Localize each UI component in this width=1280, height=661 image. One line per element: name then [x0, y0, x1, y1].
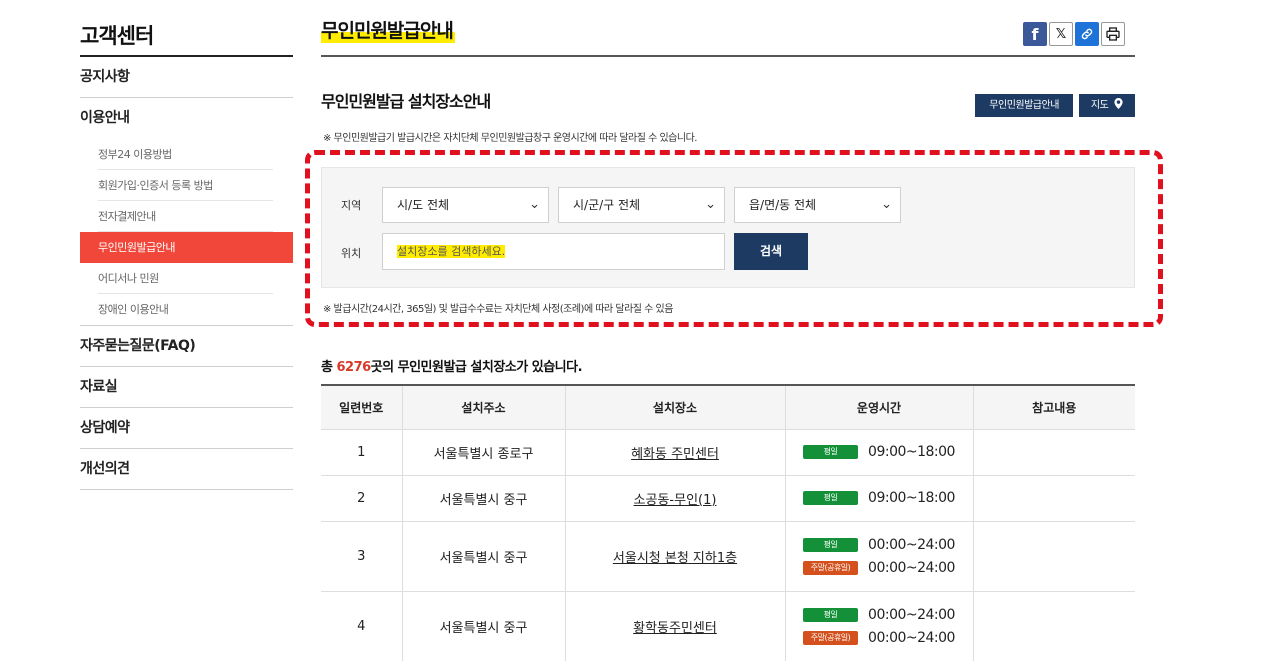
- print-icon-glyph: [1106, 27, 1120, 41]
- cell-hours: 평일 00:00~24:00 주말(공휴일) 00:00~24:00: [785, 521, 974, 592]
- results-table: 일련번호 설치주소 설치장소 운영시간 참고내용 1 서울특별시 종로구 혜화동…: [321, 384, 1135, 661]
- cell-notes: [973, 591, 1135, 661]
- cell-notes: [973, 521, 1135, 592]
- cell-no: 4: [321, 591, 403, 661]
- facebook-icon[interactable]: f: [1023, 22, 1047, 46]
- total-count: 6276: [336, 360, 372, 375]
- weekend-badge: 주말(공휴일): [803, 630, 859, 645]
- cell-no: 2: [321, 475, 403, 522]
- weekday-badge: 평일: [803, 537, 859, 552]
- weekday-badge: 평일: [803, 445, 859, 459]
- page-title: 무인민원발급안내: [321, 19, 455, 43]
- sidebar-item-usage-guide[interactable]: 이용안내: [80, 98, 293, 139]
- hours-time: 00:00~24:00: [868, 629, 955, 646]
- share-toolbar: f 𝕏: [1023, 22, 1125, 46]
- cell-address: 서울특별시 중구: [402, 591, 566, 661]
- kiosk-info-button[interactable]: 무인민원발급안내: [975, 94, 1073, 117]
- map-pin-icon: [1114, 98, 1123, 109]
- sidebar-subitem-label: 회원가입·인증서 등록 방법: [98, 170, 273, 201]
- sidebar-subitem-anywhere[interactable]: 어디서나 민원: [80, 263, 293, 294]
- cell-notes: [973, 429, 1135, 476]
- cell-hours: 평일 00:00~24:00 주말(공휴일) 00:00~24:00: [785, 591, 974, 661]
- weekday-badge: 평일: [803, 607, 859, 622]
- cell-hours: 평일 09:00~18:00: [785, 475, 974, 522]
- weekend-badge: 주말(공휴일): [803, 560, 859, 575]
- sidebar-subitem-label: 어디서나 민원: [98, 263, 273, 294]
- sidebar-submenu: 정부24 이용방법 회원가입·인증서 등록 방법 전자결제안내 무인민원발급안내…: [80, 139, 293, 326]
- table-row: 4 서울특별시 중구 황학동주민센터 평일 00:00~24:00 주말(공휴일)…: [321, 591, 1135, 661]
- cell-address: 서울특별시 중구: [402, 475, 566, 522]
- link-icon[interactable]: [1075, 22, 1099, 46]
- table-row: 2 서울특별시 중구 소공동-무인(1) 평일 09:00~18:00: [321, 475, 1135, 522]
- cell-place-link[interactable]: 소공동-무인(1): [565, 475, 786, 522]
- map-button[interactable]: 지도: [1078, 94, 1135, 117]
- cell-hours: 평일 09:00~18:00: [785, 429, 974, 476]
- col-header-address: 설치주소: [402, 385, 566, 430]
- table-row: 1 서울특별시 종로구 혜화동 주민센터 평일 09:00~18:00: [321, 429, 1135, 476]
- print-icon[interactable]: [1101, 22, 1125, 46]
- sidebar: 고객센터 공지사항 이용안내 정부24 이용방법 회원가입·인증서 등록 방법 …: [80, 0, 293, 490]
- sidebar-subitem-label: 무인민원발급안내: [98, 241, 175, 254]
- table-header-row: 일련번호 설치주소 설치장소 운영시간 참고내용: [321, 385, 1135, 430]
- sidebar-subitem-gov24-usage[interactable]: 정부24 이용방법: [80, 139, 293, 170]
- hours-time: 00:00~24:00: [868, 606, 955, 623]
- total-count-line: 총 6276곳의 무인민원발급 설치장소가 있습니다.: [321, 356, 583, 375]
- sidebar-subitem-disabled-guide[interactable]: 장애인 이용안내: [80, 294, 293, 325]
- sidebar-item-notice[interactable]: 공지사항: [80, 57, 293, 98]
- cell-no: 1: [321, 429, 403, 476]
- sidebar-subitem-kiosk-active[interactable]: 무인민원발급안내: [80, 232, 293, 263]
- search-panel-highlight-outline: [305, 150, 1163, 327]
- x-icon[interactable]: 𝕏: [1049, 22, 1073, 46]
- map-button-label: 지도: [1090, 100, 1109, 111]
- sidebar-subitem-label: 정부24 이용방법: [98, 139, 273, 170]
- sidebar-item-resources[interactable]: 자료실: [80, 367, 293, 408]
- section-title: 무인민원발급 설치장소안내: [321, 92, 491, 111]
- sidebar-item-feedback[interactable]: 개선의견: [80, 449, 293, 490]
- col-header-hours: 운영시간: [785, 385, 974, 430]
- main-content: 무인민원발급안내 f 𝕏 무인민원발급 설치장소안내 무인민원발급안내 지도 ※…: [321, 0, 1135, 661]
- weekday-badge: 평일: [803, 491, 859, 505]
- issue-time-notice: ※ 무인민원발급기 발급시간은 자치단체 무인민원발급창구 운영시간에 따라 달…: [323, 133, 697, 144]
- total-prefix: 총: [321, 360, 337, 375]
- col-header-place: 설치장소: [565, 385, 786, 430]
- sidebar-subitem-payment[interactable]: 전자결제안내: [80, 201, 293, 232]
- sidebar-title: 고객센터: [80, 0, 293, 57]
- page-header: 무인민원발급안내 f 𝕏: [321, 0, 1135, 57]
- cell-address: 서울특별시 종로구: [402, 429, 566, 476]
- hours-time: 09:00~18:00: [868, 490, 955, 506]
- sidebar-subitem-label: 장애인 이용안내: [98, 303, 169, 316]
- cell-place-link[interactable]: 황학동주민센터: [565, 591, 786, 661]
- link-icon-glyph: [1081, 28, 1093, 40]
- col-header-notes: 참고내용: [973, 385, 1135, 430]
- section-buttons: 무인민원발급안내 지도: [975, 94, 1135, 117]
- sidebar-item-consult[interactable]: 상담예약: [80, 408, 293, 449]
- sidebar-item-faq[interactable]: 자주묻는질문(FAQ): [80, 326, 293, 367]
- sidebar-subitem-label: 전자결제안내: [98, 201, 273, 232]
- cell-place-link[interactable]: 서울시청 본청 지하1층: [565, 521, 786, 592]
- total-suffix: 곳의 무인민원발급 설치장소가 있습니다.: [370, 360, 583, 375]
- hours-time: 00:00~24:00: [868, 536, 955, 553]
- cell-no: 3: [321, 521, 403, 592]
- col-header-no: 일련번호: [321, 385, 403, 430]
- sidebar-subitem-signup-cert[interactable]: 회원가입·인증서 등록 방법: [80, 170, 293, 201]
- cell-place-link[interactable]: 혜화동 주민센터: [565, 429, 786, 476]
- hours-time: 09:00~18:00: [868, 444, 955, 460]
- hours-time: 00:00~24:00: [868, 559, 955, 576]
- cell-address: 서울특별시 중구: [402, 521, 566, 592]
- table-row: 3 서울특별시 중구 서울시청 본청 지하1층 평일 00:00~24:00 주말…: [321, 521, 1135, 592]
- cell-notes: [973, 475, 1135, 522]
